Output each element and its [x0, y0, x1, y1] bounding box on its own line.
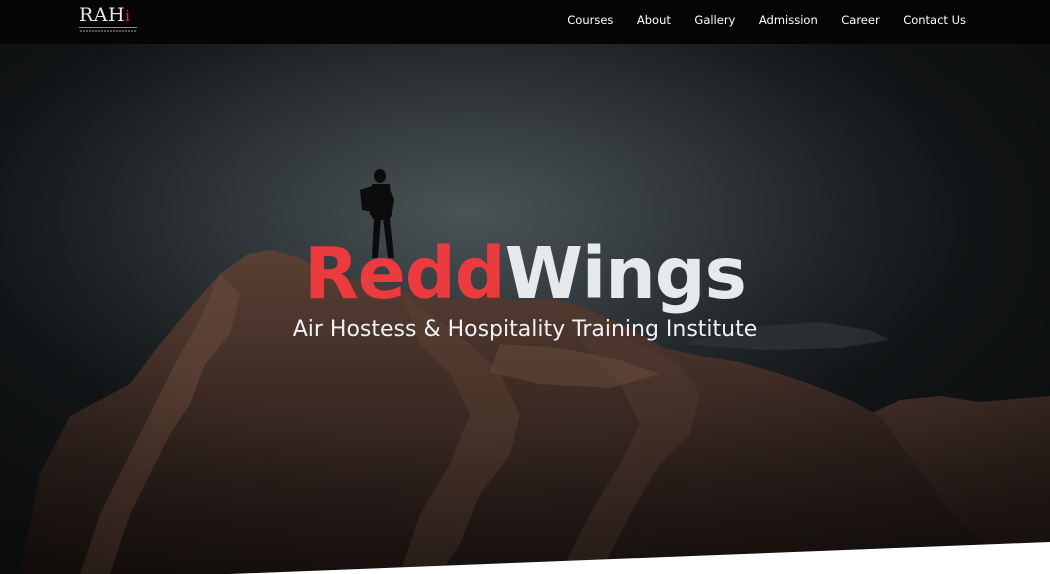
logo-divider	[79, 27, 137, 28]
main-nav: Courses About Gallery Admission Career C…	[567, 13, 966, 27]
logo-tagline-graphic	[79, 29, 139, 33]
site-header: RAHi Courses About Gallery Admission Car…	[0, 0, 1050, 44]
nav-career[interactable]: Career	[841, 13, 879, 27]
logo-text: RAHi	[79, 4, 131, 26]
nav-gallery[interactable]: Gallery	[694, 13, 735, 27]
nav-courses[interactable]: Courses	[567, 13, 613, 27]
logo[interactable]: RAHi	[79, 4, 139, 34]
logo-accent: i	[125, 7, 131, 25]
nav-contact-us[interactable]: Contact Us	[903, 13, 966, 27]
nav-about[interactable]: About	[637, 13, 671, 27]
hero-section: ReddWings Air Hostess & Hospitality Trai…	[0, 44, 1050, 574]
hero-bottom-divider	[230, 542, 1050, 574]
nav-admission[interactable]: Admission	[759, 13, 818, 27]
